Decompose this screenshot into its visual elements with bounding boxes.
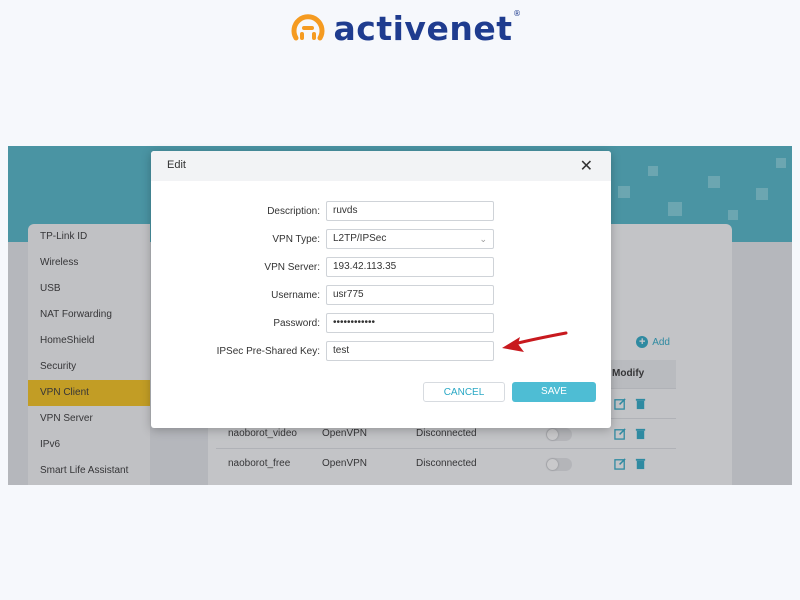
vpn-type-row: VPN Type: L2TP/IPSec ⌄ bbox=[151, 229, 611, 251]
cancel-button[interactable]: CANCEL bbox=[423, 382, 505, 402]
password-field[interactable]: •••••••••••• bbox=[326, 313, 494, 333]
activenet-logo-mark-icon bbox=[291, 14, 324, 41]
psk-label: IPSec Pre-Shared Key: bbox=[216, 346, 320, 357]
close-icon[interactable]: ✕ bbox=[580, 156, 593, 176]
username-field[interactable]: usr775 bbox=[326, 285, 494, 305]
username-row: Username: usr775 bbox=[151, 285, 611, 307]
chevron-down-icon: ⌄ bbox=[479, 234, 487, 244]
save-button[interactable]: SAVE bbox=[512, 382, 596, 402]
password-label: Password: bbox=[273, 318, 320, 329]
vpn-type-label: VPN Type: bbox=[272, 234, 320, 245]
vpn-server-label: VPN Server: bbox=[264, 262, 320, 273]
dialog-header: Edit ✕ bbox=[151, 151, 611, 181]
dialog-title: Edit bbox=[167, 159, 186, 171]
vpn-server-field[interactable]: 193.42.113.35 bbox=[326, 257, 494, 277]
vpn-type-value: L2TP/IPSec bbox=[333, 233, 387, 244]
edit-dialog: Edit ✕ Description: ruvds VPN Type: L2TP… bbox=[151, 151, 611, 428]
description-field[interactable]: ruvds bbox=[326, 201, 494, 221]
username-label: Username: bbox=[271, 290, 320, 301]
description-row: Description: ruvds bbox=[151, 201, 611, 223]
activenet-logo: activenet ® bbox=[0, 6, 800, 50]
description-label: Description: bbox=[267, 206, 320, 217]
vpn-type-select[interactable]: L2TP/IPSec ⌄ bbox=[326, 229, 494, 249]
red-arrow-icon bbox=[502, 331, 568, 352]
logo-wordmark: activenet ® bbox=[333, 8, 522, 48]
psk-field[interactable]: test bbox=[326, 341, 494, 361]
vpn-server-row: VPN Server: 193.42.113.35 bbox=[151, 257, 611, 279]
